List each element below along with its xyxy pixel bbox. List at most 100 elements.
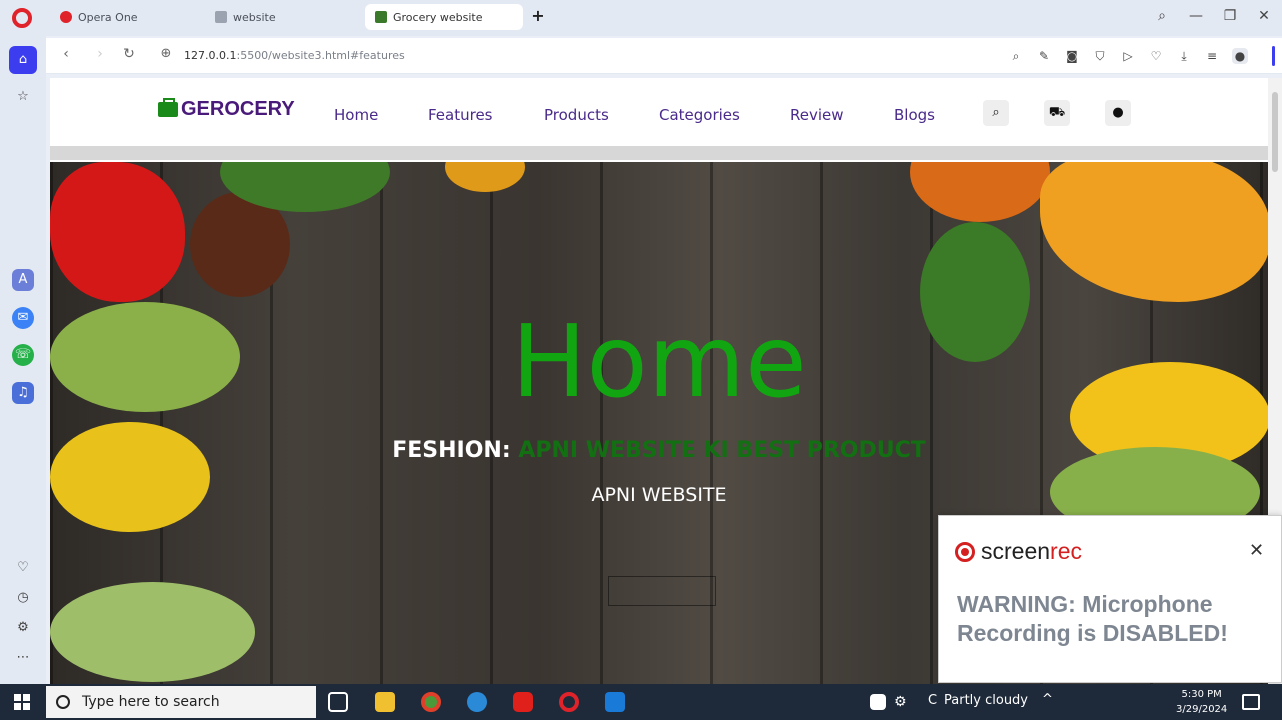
- music-player-icon[interactable]: ♫: [12, 382, 34, 404]
- clock-date: 3/29/2024: [1176, 704, 1228, 715]
- user-icon[interactable]: ●: [1105, 100, 1131, 126]
- more-icon[interactable]: ⋯: [12, 647, 34, 669]
- whatsapp-icon[interactable]: ☏: [12, 344, 34, 366]
- scrollbar-thumb[interactable]: [1272, 92, 1278, 172]
- hero-subtitle-prefix: FESHION:: [392, 438, 519, 463]
- task-view-icon[interactable]: [328, 692, 348, 712]
- download-icon[interactable]: ⤓: [1176, 48, 1192, 64]
- search-icon: [56, 695, 70, 709]
- popup-close-icon[interactable]: ✕: [1249, 540, 1264, 561]
- screenrec-logo: screen rec: [955, 538, 1082, 565]
- nav-features[interactable]: Features: [428, 106, 493, 124]
- url-path: :5500/website3.html#features: [236, 49, 405, 62]
- opera-sidebar: ⌂ ☆ A ✉ ☏ ♫ ♡ ◷ ⚙ ⋯: [0, 36, 46, 684]
- search-icon[interactable]: ⌕: [983, 100, 1009, 126]
- hero-subtitle: FESHION: APNI WEBSITE KI BEST PRODUCT: [50, 438, 1268, 463]
- site-info-globe-icon[interactable]: ⊕: [156, 46, 176, 61]
- opera-taskbar-icon[interactable]: [559, 692, 579, 712]
- hero-title: Home: [511, 303, 807, 420]
- cucumber-decoration: [50, 582, 255, 682]
- taskbar-search[interactable]: Type here to search: [46, 686, 316, 718]
- nav-blogs[interactable]: Blogs: [894, 106, 935, 124]
- taskbar-search-placeholder: Type here to search: [82, 694, 220, 710]
- heart-icon[interactable]: ♡: [1148, 48, 1164, 64]
- grocery-favicon-icon: [375, 11, 387, 23]
- shopping-bag-icon: [158, 98, 178, 117]
- screen: Opera One website Grocery website + ⌕ — …: [0, 0, 1282, 720]
- hero-tagline: APNI WEBSITE: [591, 484, 727, 506]
- edge-icon[interactable]: [467, 692, 487, 712]
- tab-label: website: [233, 10, 276, 24]
- weather-status[interactable]: Partly cloudy: [944, 693, 1028, 708]
- opera-logo-icon[interactable]: [12, 8, 32, 28]
- notifications-icon[interactable]: [1242, 694, 1260, 710]
- camera-icon[interactable]: ◙: [1064, 48, 1080, 64]
- nav-home[interactable]: Home: [334, 106, 378, 124]
- minimize-icon[interactable]: —: [1186, 8, 1206, 24]
- forward-icon[interactable]: ›: [90, 46, 110, 62]
- squash-top-decoration: [445, 162, 525, 192]
- hero-button[interactable]: [608, 576, 716, 606]
- maximize-icon[interactable]: ❐: [1220, 8, 1240, 24]
- menu-icon[interactable]: ≡: [1204, 48, 1220, 64]
- url-field[interactable]: 127.0.0.1:5500/website3.html#features: [184, 49, 405, 62]
- shield-icon[interactable]: ⛉: [1092, 48, 1108, 64]
- chrome-icon[interactable]: [421, 692, 441, 712]
- red-pepper-decoration: [50, 162, 185, 302]
- orange-squash-decoration: [1040, 162, 1268, 302]
- record-icon: [955, 541, 975, 562]
- settings-tray-icon[interactable]: ⚙: [894, 694, 910, 710]
- back-icon[interactable]: ‹: [56, 46, 76, 62]
- settings-gear-icon[interactable]: ⚙: [12, 617, 34, 639]
- url-host: 127.0.0.1: [184, 49, 237, 62]
- tab-search-icon[interactable]: ⌕: [1152, 8, 1172, 24]
- hero-subtitle-highlight: APNI WEBSITE KI BEST PRODUCT: [518, 438, 926, 463]
- taskbar-clock[interactable]: 5:30 PM 3/29/2024: [1176, 687, 1227, 717]
- microphone-warning: WARNING: Microphone Recording is DISABLE…: [957, 591, 1228, 646]
- document-favicon-icon: [215, 11, 227, 23]
- new-tab-plus-icon[interactable]: +: [530, 8, 546, 25]
- nav-categories[interactable]: Categories: [659, 106, 740, 124]
- favorites-heart-icon[interactable]: ♡: [12, 557, 34, 579]
- tab-label: Grocery website: [393, 10, 483, 24]
- screenrec-brand-a: screen: [981, 538, 1051, 564]
- site-logo[interactable]: GEROCERY: [158, 98, 295, 121]
- screenrec-brand-b: rec: [1050, 538, 1082, 564]
- nav-review[interactable]: Review: [790, 106, 844, 124]
- profile-icon[interactable]: ●: [1232, 48, 1248, 64]
- tab-opera-one[interactable]: Opera One: [50, 4, 200, 30]
- zoom-search-icon[interactable]: ⌕: [1008, 48, 1024, 64]
- address-bar: ‹ › ↻ ⊕ 127.0.0.1:5500/website3.html#fea…: [46, 38, 1282, 74]
- tab-website[interactable]: website: [205, 4, 360, 30]
- file-explorer-icon[interactable]: [375, 692, 395, 712]
- clock-time: 5:30 PM: [1181, 689, 1222, 700]
- tab-grocery-website[interactable]: Grocery website: [365, 4, 523, 30]
- home-icon[interactable]: ⌂: [9, 46, 37, 74]
- cart-icon[interactable]: ⛟: [1044, 100, 1070, 126]
- weather-unit: C: [928, 693, 938, 708]
- aria-icon[interactable]: A: [12, 269, 34, 291]
- windows-start-icon[interactable]: [14, 694, 30, 710]
- site-logo-text: GEROCERY: [181, 98, 295, 120]
- nav-products[interactable]: Products: [544, 106, 609, 124]
- tab-label: Opera One: [78, 10, 138, 24]
- site-header: GEROCERY Home Features Products Categori…: [50, 78, 1268, 146]
- header-divider: [50, 146, 1268, 160]
- star-icon[interactable]: ☆: [12, 86, 34, 108]
- windows-taskbar: Type here to search ⚙ C Partly cloudy ^ …: [0, 684, 1282, 720]
- vscode-icon[interactable]: [605, 692, 625, 712]
- edit-icon[interactable]: ✎: [1036, 48, 1052, 64]
- pumpkin-decoration: [910, 162, 1050, 222]
- history-clock-icon[interactable]: ◷: [12, 587, 34, 609]
- screenrec-tray-icon[interactable]: [870, 694, 886, 710]
- opera-favicon-icon: [60, 11, 72, 23]
- tray-chevron-icon[interactable]: ^: [1042, 692, 1053, 707]
- reload-icon[interactable]: ↻: [119, 46, 139, 62]
- youtube-icon[interactable]: [513, 692, 533, 712]
- close-window-icon[interactable]: ✕: [1254, 8, 1274, 24]
- browser-tab-bar: Opera One website Grocery website + ⌕ — …: [0, 0, 1282, 36]
- send-icon[interactable]: ▷: [1120, 48, 1136, 64]
- sidebar-toggle-indicator: [1272, 46, 1275, 66]
- messenger-icon[interactable]: ✉: [12, 307, 34, 329]
- screenrec-popup: screen rec ✕ WARNING: Microphone Recordin…: [938, 515, 1282, 683]
